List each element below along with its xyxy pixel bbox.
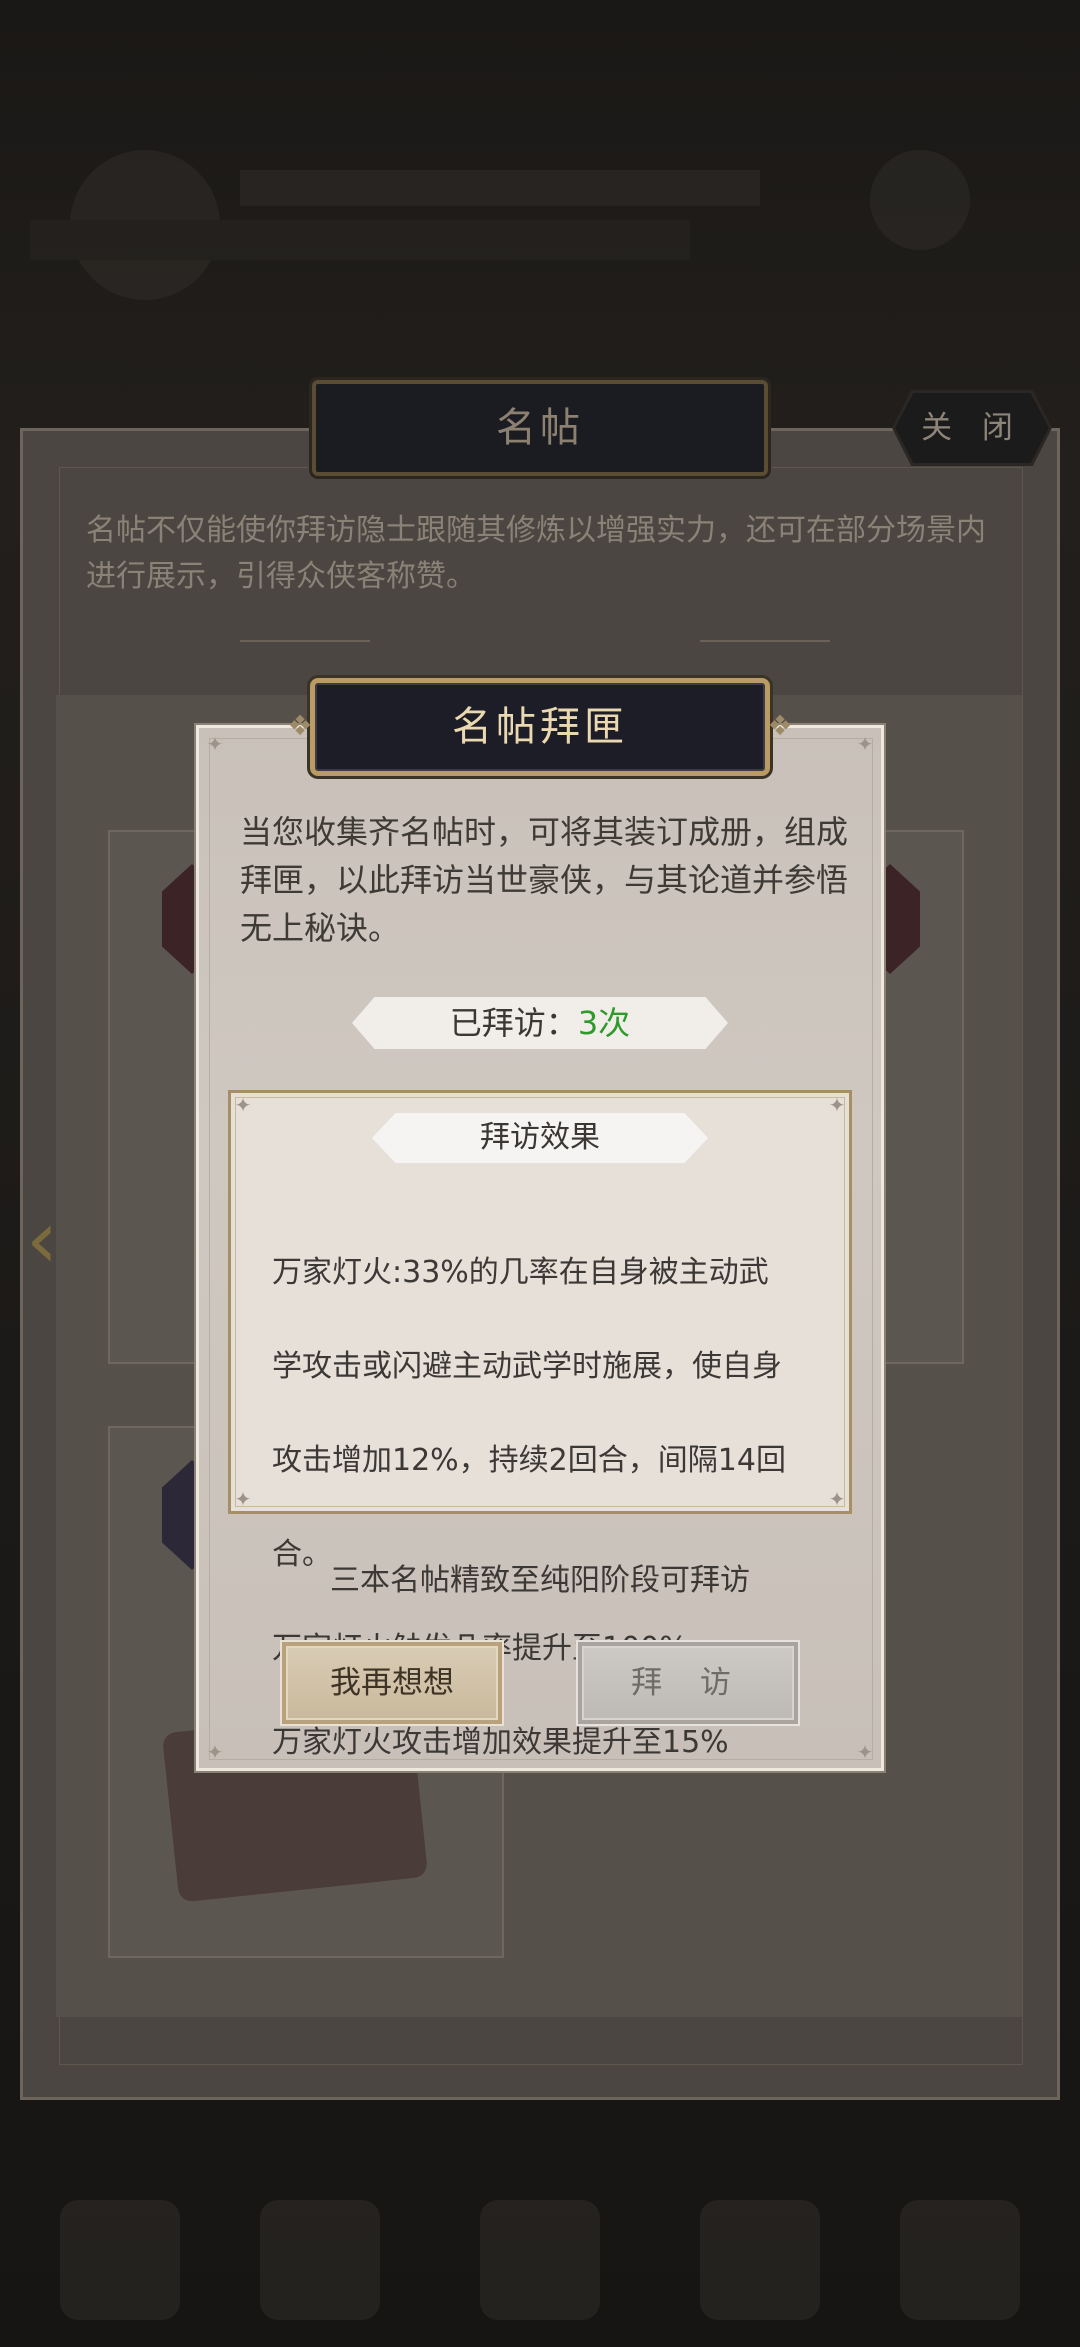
visit-button-label[interactable]: 拜 访	[578, 1642, 798, 1724]
visited-count-text: 已拜访：3次	[352, 997, 728, 1049]
effect-line: 学攻击或闪避主动武学时施展，使自身	[272, 1349, 782, 1384]
modal-description: 当您收集齐名帖时，可将其装订成册，组成拜匣，以此拜访当世豪侠，与其论道并参悟无上…	[240, 813, 849, 947]
divider-right	[700, 640, 830, 642]
background-bottom-item	[700, 2200, 820, 2320]
reconsider-button-label[interactable]: 我再想想	[282, 1642, 502, 1724]
background-bottom-item	[480, 2200, 600, 2320]
effect-title: 拜访效果	[480, 1120, 600, 1155]
visited-label: 已拜访：	[449, 1004, 578, 1042]
background-info-bar	[30, 220, 690, 260]
corner-ornament-icon: ✦	[234, 1093, 252, 1117]
corner-ornament-icon: ✦	[856, 1740, 874, 1764]
background-bottom-item	[60, 2200, 180, 2320]
divider-left	[240, 640, 370, 642]
close-button-label[interactable]: 关 闭	[892, 390, 1052, 466]
modal-title: 名帖拜匣	[452, 704, 628, 750]
visit-condition-text: 三本名帖精致至纯阳阶段可拜访	[330, 1563, 750, 1598]
background-bottom-item	[260, 2200, 380, 2320]
namecard-description: 名帖不仅能使你拜访隐士跟随其修炼以增强实力，还可在部分场景内进行展示，引得众侠客…	[86, 513, 986, 594]
corner-ornament-icon: ✦	[206, 732, 224, 756]
title-ornament-right-icon: ❖	[767, 709, 793, 742]
effect-line: 攻击增加12%，持续2回合，间隔14回	[272, 1443, 786, 1478]
background-name-bar	[240, 170, 760, 206]
background-bottom-item	[900, 2200, 1020, 2320]
corner-ornament-icon: ✦	[828, 1093, 846, 1117]
corner-ornament-icon: ✦	[828, 1487, 846, 1511]
visited-count-value: 3次	[577, 1004, 631, 1042]
chevron-left-icon[interactable]: ‹	[26, 1190, 76, 1290]
namecard-title: 名帖	[496, 405, 584, 451]
corner-ornament-icon: ✦	[206, 1740, 224, 1764]
corner-ornament-icon: ✦	[856, 732, 874, 756]
background-icon	[870, 150, 970, 250]
effect-line: 万家灯火攻击增加效果提升至15%	[272, 1725, 729, 1760]
background-top-bar	[30, 130, 1050, 370]
corner-ornament-icon: ✦	[234, 1487, 252, 1511]
effect-line: 万家灯火:33%的几率在自身被主动武	[272, 1255, 769, 1290]
